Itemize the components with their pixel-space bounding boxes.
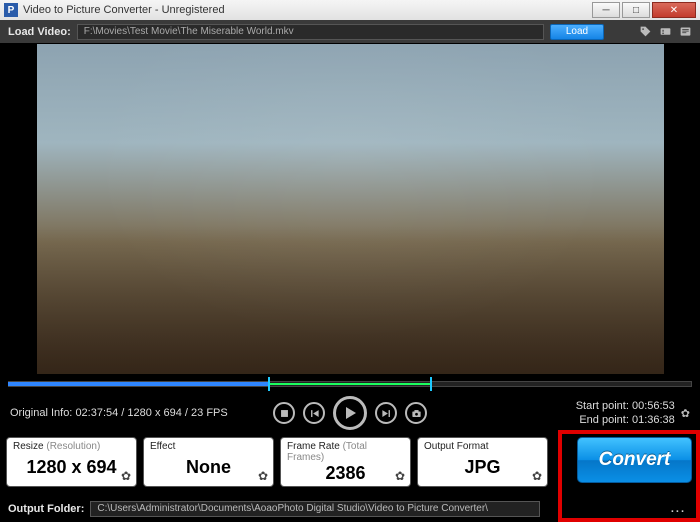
- timeline-range-selection[interactable]: [268, 377, 432, 391]
- resize-gear-icon[interactable]: ✿: [121, 469, 131, 483]
- options-row: Resize (Resolution) 1280 x 694 ✿ Effect …: [0, 433, 700, 496]
- app-icon: P: [4, 3, 18, 17]
- framerate-panel[interactable]: Frame Rate (Total Frames) 2386 ✿: [280, 437, 411, 487]
- effect-value: None: [150, 452, 267, 483]
- snapshot-button[interactable]: [405, 402, 427, 424]
- effect-gear-icon[interactable]: ✿: [258, 469, 268, 483]
- start-point: Start point: 00:56:53: [576, 399, 675, 413]
- maximize-button[interactable]: □: [622, 2, 650, 18]
- output-folder-label: Output Folder:: [8, 503, 84, 515]
- tag-icon[interactable]: [638, 25, 652, 39]
- format-panel[interactable]: Output Format JPG ✿: [417, 437, 548, 487]
- minimize-button[interactable]: ─: [592, 2, 620, 18]
- controls-row: Original Info: 02:37:54 / 1280 x 694 / 2…: [0, 393, 700, 433]
- framerate-value: 2386: [287, 463, 404, 484]
- end-point: End point: 01:36:38: [576, 413, 675, 427]
- stop-button[interactable]: [273, 402, 295, 424]
- range-settings-icon[interactable]: ✿: [681, 407, 690, 420]
- video-path-input[interactable]: F:\Movies\Test Movie\The Miserable World…: [77, 24, 544, 40]
- load-video-label: Load Video:: [8, 26, 71, 38]
- play-button[interactable]: [333, 396, 367, 430]
- convert-button[interactable]: Convert: [577, 437, 692, 483]
- format-gear-icon[interactable]: ✿: [532, 469, 542, 483]
- info-icon[interactable]: [658, 25, 672, 39]
- load-button[interactable]: Load: [550, 24, 604, 40]
- load-toolbar: Load Video: F:\Movies\Test Movie\The Mis…: [0, 20, 700, 43]
- resize-panel[interactable]: Resize (Resolution) 1280 x 694 ✿: [6, 437, 137, 487]
- format-value: JPG: [424, 452, 541, 483]
- original-info: Original Info: 02:37:54 / 1280 x 694 / 2…: [10, 407, 228, 419]
- timeline-progress: [8, 382, 268, 386]
- next-frame-button[interactable]: [375, 402, 397, 424]
- output-folder-input[interactable]: C:\Users\Administrator\Documents\AoaoPho…: [90, 501, 540, 517]
- close-button[interactable]: ✕: [652, 2, 696, 18]
- playback-buttons: [273, 396, 427, 430]
- effect-panel[interactable]: Effect None ✿: [143, 437, 274, 487]
- browse-output-button[interactable]: ...: [671, 503, 686, 515]
- video-preview: movie frame: [0, 43, 700, 375]
- timeline[interactable]: [0, 375, 700, 393]
- resize-value: 1280 x 694: [13, 452, 130, 483]
- output-row: Output Folder: C:\Users\Administrator\Do…: [0, 496, 700, 521]
- window-title: Video to Picture Converter - Unregistere…: [23, 4, 225, 16]
- titlebar: P Video to Picture Converter - Unregiste…: [0, 0, 700, 20]
- video-frame-image: movie frame: [37, 44, 664, 374]
- prev-frame-button[interactable]: [303, 402, 325, 424]
- register-icon[interactable]: [678, 25, 692, 39]
- framerate-gear-icon[interactable]: ✿: [395, 469, 405, 483]
